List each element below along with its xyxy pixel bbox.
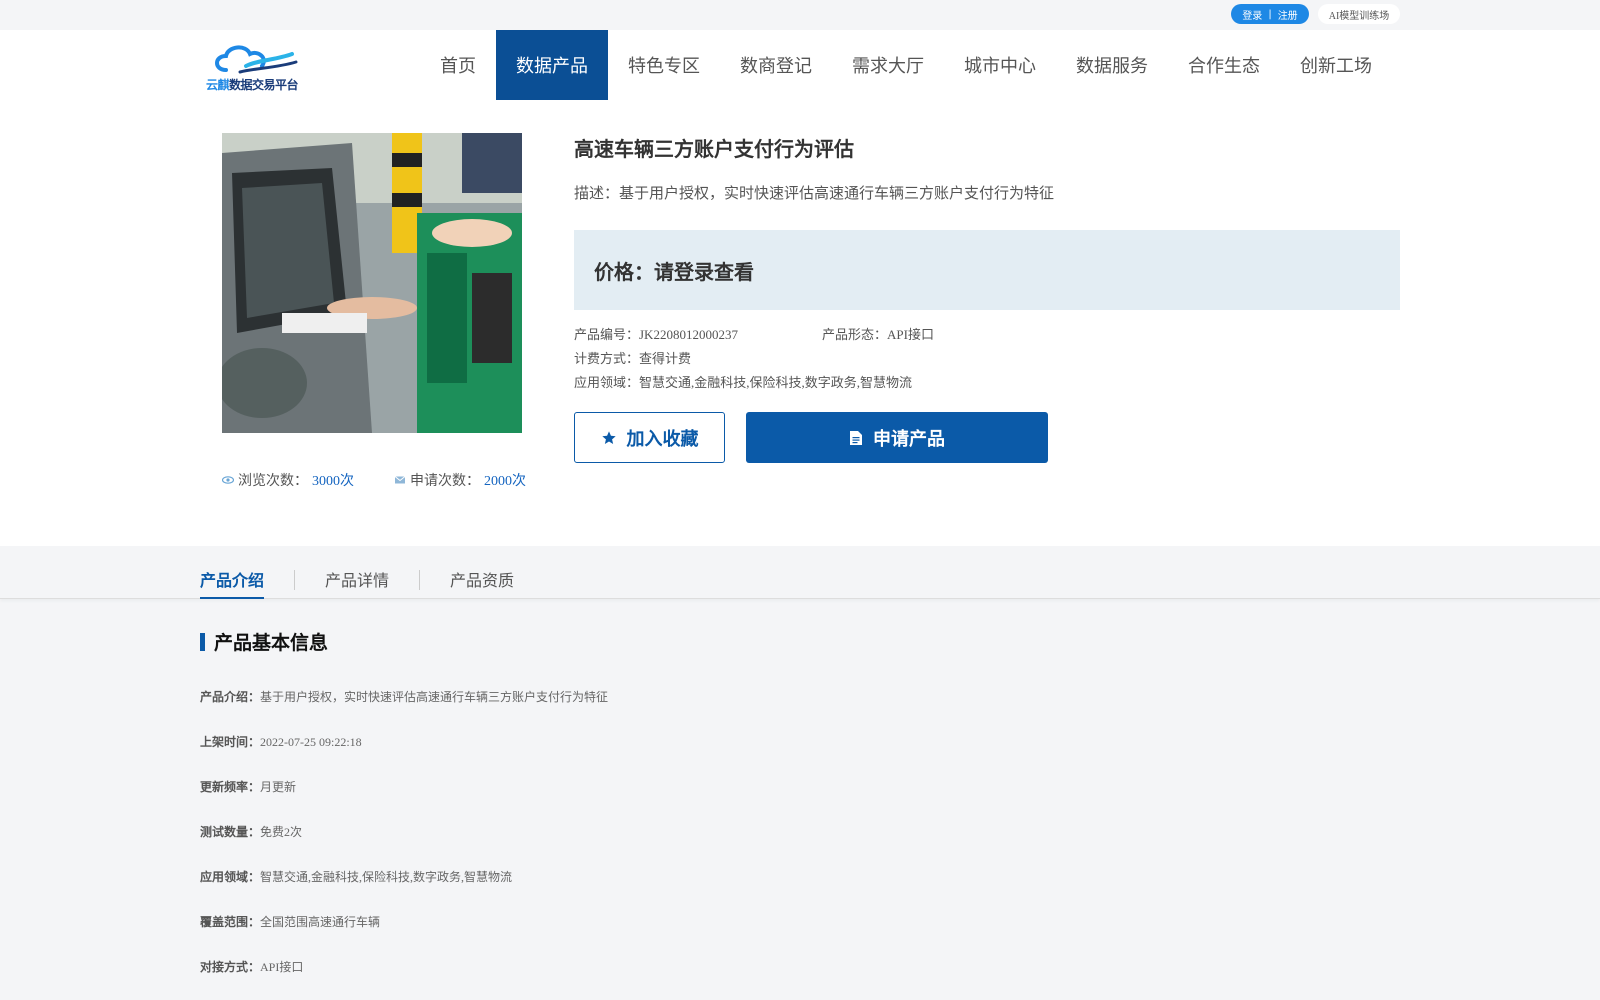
nav-item-1[interactable]: 数据产品	[496, 30, 608, 100]
info-row-value: 智慧交通,金融科技,保险科技,数字政务,智慧物流	[260, 870, 513, 884]
info-row: 产品介绍：基于用户授权，实时快速评估高速通行车辆三方账户支付行为特征	[200, 688, 608, 705]
info-row-key: 测试数量：	[200, 825, 261, 839]
nav-item-4[interactable]: 需求大厅	[832, 30, 944, 100]
nav-item-2[interactable]: 特色专区	[608, 30, 720, 100]
platform-logo[interactable]: 云麒数据交易平台	[206, 40, 302, 92]
section-title-bar	[200, 632, 205, 651]
section-title: 产品基本信息	[200, 628, 328, 655]
info-row-key: 应用领域：	[200, 870, 261, 884]
nav-item-0[interactable]: 首页	[420, 30, 496, 100]
info-row-value: 免费2次	[260, 825, 303, 839]
nav-item-5[interactable]: 城市中心	[944, 30, 1056, 100]
info-row-value: 全国范围高速通行车辆	[260, 915, 381, 929]
tab-divider	[294, 570, 295, 590]
info-row: 上架时间：2022-07-25 09:22:18	[200, 733, 362, 750]
info-row-key: 覆盖范围：	[200, 915, 261, 929]
toll-booth-photo-illustration	[222, 133, 522, 433]
application-domain: 应用领域：智慧交通,金融科技,保险科技,数字政务,智慧物流	[574, 375, 913, 390]
ai-training-link[interactable]: AI模型训练场	[1318, 4, 1400, 24]
register-link[interactable]: 注册	[1278, 7, 1298, 22]
top-utility-bar: 登录 | 注册 AI模型训练场	[0, 0, 1600, 30]
info-row-value: 2022-07-25 09:22:18	[260, 735, 362, 749]
apply-count: 申请次数： 2000次	[394, 470, 526, 490]
info-row: 覆盖范围：全国范围高速通行车辆	[200, 913, 380, 930]
info-row-key: 更新频率：	[200, 780, 261, 794]
add-favorite-button[interactable]: 加入收藏	[574, 412, 725, 463]
info-row: 应用领域：智慧交通,金融科技,保险科技,数字政务,智慧物流	[200, 868, 512, 885]
eye-icon	[222, 476, 234, 484]
info-row: 更新频率：月更新	[200, 778, 296, 795]
product-image	[222, 133, 522, 433]
tab-divider	[419, 570, 420, 590]
product-form: 产品形态：API接口	[822, 327, 934, 342]
auth-pill: 登录 | 注册	[1231, 4, 1309, 24]
tab-product-qualification[interactable]: 产品资质	[450, 567, 514, 597]
nav-item-8[interactable]: 创新工场	[1280, 30, 1392, 100]
product-title: 高速车辆三方账户支付行为评估	[574, 137, 854, 161]
product-description: 描述：基于用户授权，实时快速评估高速通行车辆三方账户支付行为特征	[574, 184, 1055, 202]
document-icon	[850, 430, 862, 445]
nav-item-6[interactable]: 数据服务	[1056, 30, 1168, 100]
product-tabs: 产品介绍 产品详情 产品资质	[0, 546, 1600, 599]
billing-method: 计费方式：查得计费	[574, 351, 692, 366]
price-text: 价格：请登录查看	[594, 259, 754, 284]
login-link[interactable]: 登录	[1242, 7, 1262, 22]
info-row-value: 月更新	[260, 780, 297, 794]
logo-text: 云麒数据交易平台	[206, 78, 299, 92]
info-row-key: 产品介绍：	[200, 690, 261, 704]
cloud-logo-icon	[215, 45, 298, 74]
info-row-key: 上架时间：	[200, 735, 261, 749]
info-row-value: API接口	[260, 960, 304, 974]
info-row: 对接方式：API接口	[200, 958, 303, 975]
auth-separator: |	[1268, 8, 1272, 20]
price-box: 价格：请登录查看	[574, 230, 1400, 310]
info-row-value: 基于用户授权，实时快速评估高速通行车辆三方账户支付行为特征	[260, 690, 609, 704]
product-code: 产品编号：JK2208012000237	[574, 327, 738, 342]
tab-product-details[interactable]: 产品详情	[325, 567, 389, 597]
view-count: 浏览次数： 3000次	[222, 470, 354, 490]
mail-icon	[394, 476, 406, 484]
nav-item-3[interactable]: 数商登记	[720, 30, 832, 100]
info-row: 测试数量：免费2次	[200, 823, 302, 840]
apply-product-button[interactable]: 申请产品	[746, 412, 1048, 463]
main-nav: 首页 数据产品 特色专区 数商登记 需求大厅 城市中心 数据服务 合作生态 创新工场	[420, 30, 1392, 100]
info-row-key: 对接方式：	[200, 960, 261, 974]
star-icon	[601, 430, 616, 444]
tab-product-intro[interactable]: 产品介绍	[200, 567, 265, 599]
nav-item-7[interactable]: 合作生态	[1168, 30, 1280, 100]
